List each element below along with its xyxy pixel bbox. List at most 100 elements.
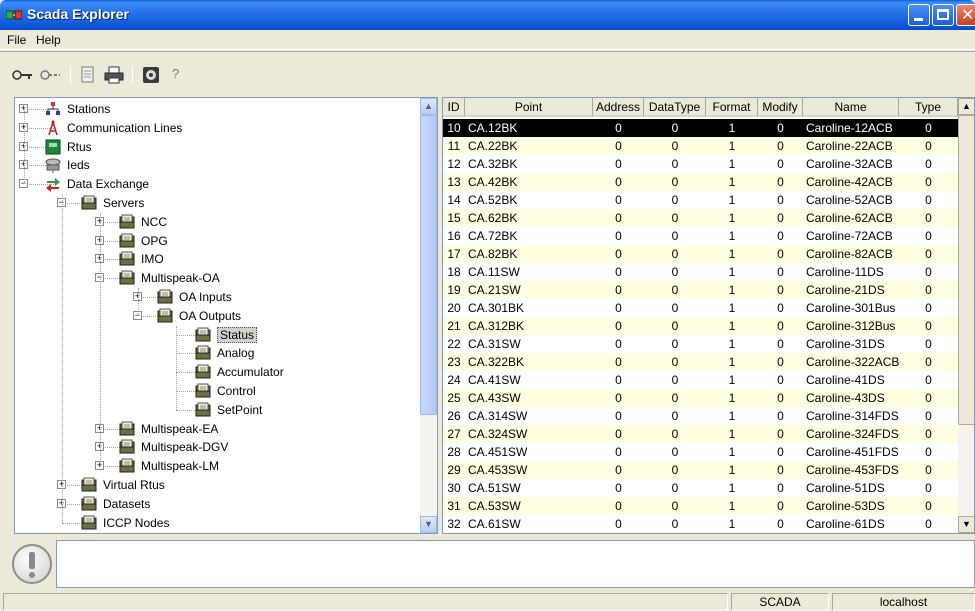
cell-type: 0 — [925, 301, 932, 315]
export-icon[interactable] — [142, 66, 160, 84]
tree-item-oa-inputs[interactable]: + OA Inputs — [15, 288, 419, 306]
cell-id: 10 — [447, 121, 461, 135]
table-row[interactable]: 27 CA.324SW 0 0 1 0 Caroline-324FDS 0 — [443, 425, 958, 443]
table-scrollbar[interactable]: ▲ ▼ — [958, 98, 974, 533]
table-row[interactable]: 15 CA.62BK 0 0 1 0 Caroline-62ACB 0 — [443, 209, 958, 227]
document-icon[interactable] — [80, 66, 96, 84]
table-row[interactable]: 22 CA.31SW 0 0 1 0 Caroline-31DS 0 — [443, 335, 958, 353]
table-row[interactable]: 32 CA.61SW 0 0 1 0 Caroline-61DS 0 — [443, 515, 958, 533]
table-row[interactable]: 26 CA.314SW 0 0 1 0 Caroline-314FDS 0 — [443, 407, 958, 425]
tree-item-multispeak-oa[interactable]: − Multispeak-OA — [15, 269, 419, 287]
scroll-down-arrow-icon[interactable]: ▼ — [420, 516, 437, 533]
tree-item-virtual-rtus[interactable]: + Virtual Rtus — [15, 476, 419, 494]
tree-item-ncc[interactable]: + NCC — [15, 213, 419, 231]
tree-item-data-exchange[interactable]: − Data Exchange — [15, 175, 419, 193]
table-row[interactable]: 14 CA.52BK 0 0 1 0 Caroline-52ACB 0 — [443, 191, 958, 209]
tree-item-rtus[interactable]: + Rtus — [15, 138, 419, 156]
tree-item-stations[interactable]: + Stations — [15, 100, 419, 118]
cell-name: Caroline-31DS — [806, 337, 885, 351]
print-icon[interactable] — [104, 66, 124, 84]
cell-address: 0 — [615, 355, 622, 369]
menu-file[interactable]: File — [7, 33, 26, 47]
tree-item-analog[interactable]: Analog — [15, 344, 419, 362]
table-row[interactable]: 18 CA.11SW 0 0 1 0 Caroline-11DS 0 — [443, 263, 958, 281]
tree-item-datasets[interactable]: + Datasets — [15, 495, 419, 513]
maximize-button[interactable] — [932, 4, 954, 26]
table-row[interactable]: 28 CA.451SW 0 0 1 0 Caroline-451FDS 0 — [443, 443, 958, 461]
cell-name: Caroline-82ACB — [806, 247, 893, 261]
scroll-up-arrow-icon[interactable]: ▲ — [958, 98, 974, 115]
toolbar-separator — [70, 66, 71, 84]
table-row[interactable]: 24 CA.41SW 0 0 1 0 Caroline-41DS 0 — [443, 371, 958, 389]
tree-item-oa-outputs[interactable]: − OA Outputs — [15, 307, 419, 325]
table-row[interactable]: 25 CA.43SW 0 0 1 0 Caroline-43DS 0 — [443, 389, 958, 407]
column-header-point[interactable]: Point — [465, 98, 593, 117]
help-icon[interactable]: ? — [172, 66, 182, 84]
table-row[interactable]: 20 CA.301BK 0 0 1 0 Caroline-301Bus 0 — [443, 299, 958, 317]
table-row[interactable]: 12 CA.32BK 0 0 1 0 Caroline-32ACB 0 — [443, 155, 958, 173]
column-header-address[interactable]: Address — [593, 98, 644, 117]
close-button[interactable]: ✕ — [956, 4, 975, 26]
cell-id: 20 — [447, 301, 461, 315]
disconnect-icon[interactable] — [40, 66, 62, 84]
tree-view[interactable]: + Stations + Communication Lines + Rtus + Ieds −… — [14, 97, 438, 534]
title-bar[interactable]: Scada Explorer ✕ — [0, 0, 975, 30]
cell-format: 1 — [728, 427, 736, 441]
column-header-id[interactable]: ID — [443, 98, 465, 117]
cell-datatype: 0 — [671, 445, 679, 459]
menu-help[interactable]: Help — [36, 33, 61, 47]
tree-item-multispeak-lm[interactable]: + Multispeak-LM — [15, 457, 419, 475]
tree-item-control[interactable]: Control — [15, 382, 419, 400]
tree-item-setpoint[interactable]: SetPoint — [15, 401, 419, 419]
table-row[interactable]: 17 CA.82BK 0 0 1 0 Caroline-82ACB 0 — [443, 245, 958, 263]
scroll-up-arrow-icon[interactable]: ▲ — [420, 98, 437, 115]
minimize-button[interactable] — [908, 4, 930, 26]
tree-item-servers[interactable]: − Servers — [15, 194, 419, 212]
table-row[interactable]: 31 CA.53SW 0 0 1 0 Caroline-53DS 0 — [443, 497, 958, 515]
table-row[interactable]: 29 CA.453SW 0 0 1 0 Caroline-453FDS 0 — [443, 461, 958, 479]
scroll-thumb[interactable] — [958, 115, 974, 425]
cell-address: 0 — [615, 481, 622, 495]
tree-item-communication-lines[interactable]: + Communication Lines — [15, 119, 419, 137]
tree-item-multispeak-dgv[interactable]: + Multispeak-DGV — [15, 438, 419, 456]
tree-item-opg[interactable]: + OPG — [15, 232, 419, 250]
column-header-name[interactable]: Name — [803, 98, 899, 117]
cell-point: CA.322BK — [468, 355, 525, 369]
table-row[interactable]: 10 CA.12BK 0 0 1 0 Caroline-12ACB 0 — [443, 119, 958, 137]
cell-type: 0 — [925, 517, 932, 531]
cell-datatype: 0 — [671, 337, 679, 351]
table-row[interactable]: 11 CA.22BK 0 0 1 0 Caroline-22ACB 0 — [443, 137, 958, 155]
cell-name: Caroline-322ACB — [806, 355, 899, 369]
tree-item-ieds[interactable]: + Ieds — [15, 156, 419, 174]
cell-address: 0 — [615, 157, 622, 171]
maximize-icon — [937, 9, 949, 20]
cell-address: 0 — [615, 247, 622, 261]
table-row[interactable]: 23 CA.322BK 0 0 1 0 Caroline-322ACB 0 — [443, 353, 958, 371]
column-header-modify[interactable]: Modify — [758, 98, 803, 117]
folder-icon — [119, 214, 135, 229]
table-row[interactable]: 33CA.71SW0010Caroline-71DS0 — [443, 533, 958, 534]
folder-icon — [119, 251, 135, 266]
cell-type: 0 — [925, 247, 932, 261]
scroll-down-arrow-icon[interactable]: ▼ — [958, 516, 974, 533]
connect-icon[interactable] — [12, 66, 34, 84]
tree-item-imo[interactable]: + IMO — [15, 250, 419, 268]
tree-item-accumulator[interactable]: Accumulator — [15, 363, 419, 381]
table-row[interactable]: 19 CA.21SW 0 0 1 0 Caroline-21DS 0 — [443, 281, 958, 299]
scroll-thumb[interactable] — [420, 115, 437, 415]
table-row[interactable]: 21 CA.312BK 0 0 1 0 Caroline-312Bus 0 — [443, 317, 958, 335]
cell-point: CA.53SW — [468, 499, 521, 513]
points-table[interactable]: ID Point Address DataType Format Modify Name Ty… — [442, 97, 975, 534]
column-header-format[interactable]: Format — [706, 98, 758, 117]
table-row[interactable]: 30 CA.51SW 0 0 1 0 Caroline-51DS 0 — [443, 479, 958, 497]
column-header-datatype[interactable]: DataType — [644, 98, 706, 117]
cell-address: 0 — [615, 301, 622, 315]
tree-item-status[interactable]: Status — [15, 326, 419, 344]
tree-item-iccp-nodes[interactable]: ICCP Nodes — [15, 514, 419, 532]
table-row[interactable]: 13 CA.42BK 0 0 1 0 Caroline-42ACB 0 — [443, 173, 958, 191]
tree-scrollbar[interactable]: ▲ ▼ — [420, 98, 437, 533]
column-header-type[interactable]: Type — [899, 98, 958, 117]
tree-item-multispeak-ea[interactable]: + Multispeak-EA — [15, 420, 419, 438]
cell-point: CA.62BK — [468, 211, 518, 225]
table-row[interactable]: 16 CA.72BK 0 0 1 0 Caroline-72ACB 0 — [443, 227, 958, 245]
